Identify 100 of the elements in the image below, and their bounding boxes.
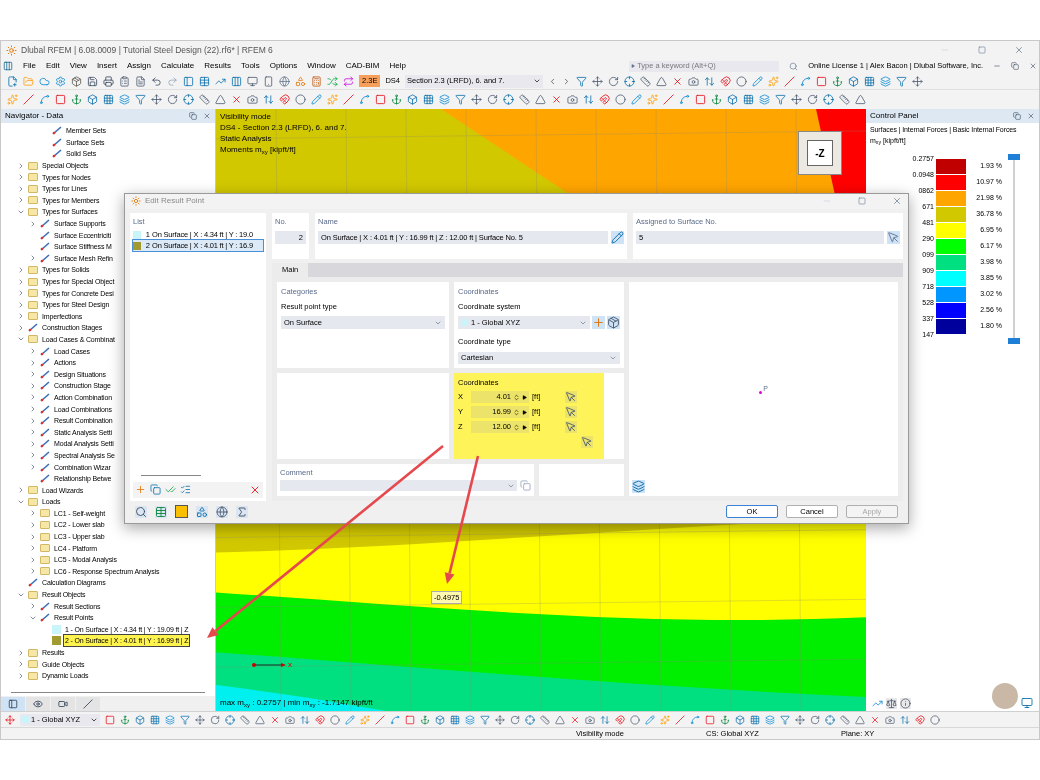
ruler-icon[interactable] (839, 94, 850, 105)
scale-icon[interactable] (886, 698, 897, 709)
document-icon[interactable] (135, 75, 146, 87)
pointer-icon[interactable] (887, 231, 900, 245)
navigator-tab[interactable] (51, 696, 75, 711)
rotate-icon[interactable] (810, 714, 820, 725)
menu-item[interactable]: Insert (96, 60, 117, 72)
chevron-right-icon[interactable] (29, 463, 37, 471)
menu-icon[interactable] (3, 61, 13, 71)
line-icon[interactable] (343, 94, 354, 105)
chevron-right-icon[interactable] (17, 323, 25, 332)
cross-icon[interactable] (551, 94, 562, 105)
chevron-right-icon[interactable] (17, 265, 25, 274)
shapes-icon[interactable] (295, 75, 306, 87)
chevron-right-icon[interactable] (29, 428, 37, 437)
rotate-icon[interactable] (807, 94, 818, 105)
restore-icon[interactable] (1011, 62, 1019, 70)
square-icon[interactable] (405, 714, 415, 725)
ruler-icon[interactable] (199, 94, 210, 105)
list-check-icon[interactable] (180, 484, 191, 496)
shuffle-icon[interactable] (327, 75, 338, 87)
ruler-icon[interactable] (519, 94, 530, 105)
ruler-icon[interactable] (540, 714, 550, 725)
filter-icon[interactable] (576, 75, 588, 87)
arrows-icon[interactable] (600, 714, 610, 725)
triangle-icon[interactable] (555, 714, 565, 725)
anchor-icon[interactable] (720, 714, 730, 725)
filter-icon[interactable] (135, 94, 146, 105)
magnet-icon[interactable] (315, 714, 325, 725)
cube-icon[interactable] (135, 714, 145, 725)
chevron-right-icon[interactable] (29, 521, 37, 529)
chevron-right-icon[interactable] (17, 173, 25, 182)
rotate-icon[interactable] (487, 94, 498, 105)
square-icon[interactable] (705, 714, 715, 725)
pencil-icon[interactable] (752, 75, 764, 87)
menu-item[interactable]: Edit (45, 60, 60, 72)
comment-field[interactable] (280, 480, 517, 492)
square-icon[interactable] (695, 94, 706, 105)
new-file-icon[interactable] (7, 75, 18, 87)
chevron-right-icon[interactable] (17, 184, 25, 193)
close-icon[interactable] (1027, 112, 1035, 120)
triangle-icon[interactable] (656, 75, 668, 87)
table-icon[interactable] (199, 75, 210, 87)
panel-icon[interactable] (183, 75, 194, 87)
rotate-icon[interactable] (510, 714, 520, 725)
menu-item[interactable]: Tools (240, 60, 260, 72)
menu-item[interactable]: View (69, 60, 87, 72)
copy-icon[interactable] (520, 480, 531, 492)
copy-icon[interactable] (150, 484, 161, 496)
color-square-icon[interactable] (175, 505, 188, 519)
camera-icon[interactable] (585, 714, 595, 725)
menu-item[interactable]: Calculate (160, 60, 195, 72)
cloud-icon[interactable] (39, 75, 50, 87)
cross-icon[interactable] (672, 75, 684, 87)
chevron-right-icon[interactable] (29, 347, 37, 356)
play-icon[interactable] (522, 394, 527, 400)
move-icon[interactable] (795, 714, 805, 725)
crosshair-icon[interactable] (503, 94, 514, 105)
globe-icon[interactable] (279, 75, 290, 87)
chevron-right-icon[interactable] (29, 451, 37, 460)
chevron-right-icon[interactable] (17, 648, 25, 657)
chevron-right-icon[interactable] (29, 567, 37, 576)
chevron-right-icon[interactable] (17, 671, 25, 680)
magnet-icon[interactable] (720, 75, 732, 87)
slider-thumb[interactable] (1008, 154, 1020, 160)
pencil-icon[interactable] (631, 94, 642, 105)
filter-icon[interactable] (180, 714, 190, 725)
redo-icon[interactable] (167, 75, 178, 87)
filter-icon[interactable] (455, 94, 466, 105)
filter-icon[interactable] (896, 75, 908, 87)
repeat-icon[interactable] (343, 75, 354, 87)
anchor-icon[interactable] (120, 714, 130, 725)
chevron-right-icon[interactable] (29, 358, 37, 367)
restore-icon[interactable] (189, 112, 197, 120)
filter-icon[interactable] (775, 94, 786, 105)
anchor-icon[interactable] (391, 94, 402, 105)
navigator-tab[interactable] (26, 696, 50, 711)
arrows-icon[interactable] (704, 75, 716, 87)
pencil-icon[interactable] (645, 714, 655, 725)
sigma-icon[interactable] (236, 505, 248, 518)
circle-icon[interactable] (930, 714, 940, 725)
layers-icon[interactable] (439, 94, 450, 105)
chevron-right-icon[interactable] (29, 602, 37, 611)
menu-item[interactable]: Results (204, 60, 231, 72)
chevron-right-icon[interactable] (29, 532, 37, 541)
move-icon[interactable] (912, 75, 924, 87)
menu-item[interactable]: Options (269, 60, 298, 72)
rotate-icon[interactable] (210, 714, 220, 725)
cross-icon[interactable] (231, 94, 242, 105)
crosshair-icon[interactable] (825, 714, 835, 725)
chevron-right-icon[interactable] (29, 555, 37, 564)
magnet-icon[interactable] (915, 714, 925, 725)
pencil-icon[interactable] (345, 714, 355, 725)
move-icon[interactable] (195, 714, 205, 725)
play-icon[interactable] (522, 409, 527, 415)
chevron-right-icon[interactable] (29, 509, 37, 518)
menu-item[interactable]: CAD-BIM (345, 60, 380, 72)
grid-icon[interactable] (450, 714, 460, 725)
cube-icon[interactable] (407, 94, 418, 105)
circle-icon[interactable] (295, 94, 306, 105)
